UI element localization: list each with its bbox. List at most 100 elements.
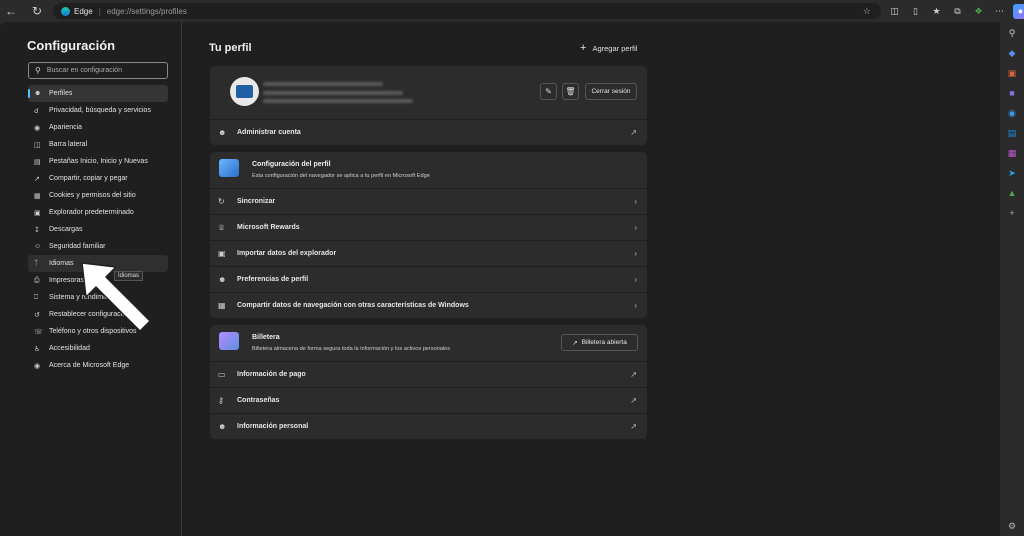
nav-item-label: Cookies y permisos del sitio xyxy=(49,192,136,199)
url-text: edge://settings/profiles xyxy=(106,6,187,16)
profile-preferences-row[interactable]: ☻ Preferencias de perfil › xyxy=(210,266,647,292)
nav-item-cookies[interactable]: ▦ Cookies y permisos del sitio xyxy=(28,187,168,204)
nav-item-label: Explorador predeterminado xyxy=(49,209,134,216)
profile-settings-card: Configuración del perfil Esta configurac… xyxy=(210,152,647,318)
tag-icon[interactable]: ◆ xyxy=(1005,46,1019,60)
nav-item-label: Accesibilidad xyxy=(49,345,90,352)
wallet-icon xyxy=(219,332,239,350)
row-label: Información personal xyxy=(237,423,309,430)
nav-item-explorador[interactable]: ▣ Explorador predeterminado xyxy=(28,204,168,221)
send-icon[interactable]: ➤ xyxy=(1005,166,1019,180)
sync-row[interactable]: ↻ Sincronizar › xyxy=(210,188,647,214)
row-label: Compartir datos de navegación con otras … xyxy=(237,302,469,309)
redacted-name xyxy=(263,82,383,86)
open-wallet-button[interactable]: ↗ Billetera abierta xyxy=(561,334,638,351)
settings-nav: Configuración ⚲ Buscar en configuración … xyxy=(0,22,182,536)
edge-icon: ◉ xyxy=(34,362,41,370)
external-link-icon: ↗ xyxy=(630,370,637,379)
tab-actions-icon[interactable]: ▯ xyxy=(908,4,923,19)
row-label: Contraseñas xyxy=(237,397,280,404)
nav-item-label: Barra lateral xyxy=(49,141,88,148)
personal-info-row[interactable]: ☻ Información personal ↗ xyxy=(210,413,647,439)
plus-icon: + xyxy=(580,42,587,54)
passwords-row[interactable]: ⚷ Contraseñas ↗ xyxy=(210,387,647,413)
nav-item-pestanas[interactable]: ▤ Pestañas Inicio, Inicio y Nuevas xyxy=(28,153,168,170)
search-icon[interactable]: ⚲ xyxy=(1005,26,1019,40)
external-link-icon: ↗ xyxy=(630,422,637,431)
settings-page: Configuración ⚲ Buscar en configuración … xyxy=(0,22,1000,536)
nav-item-descargas[interactable]: ↧ Descargas xyxy=(28,221,168,238)
external-link-icon: ↗ xyxy=(572,339,578,347)
add-profile-label: Agregar perfil xyxy=(592,43,638,53)
games-icon[interactable]: ■ xyxy=(1005,86,1019,100)
favorites-icon[interactable]: ★ xyxy=(929,4,944,19)
nav-item-perfiles[interactable]: ☻ Perfiles xyxy=(28,85,168,102)
nav-item-apariencia[interactable]: ◉ Apariencia xyxy=(28,119,168,136)
edge-icon xyxy=(61,6,70,16)
outlook-icon[interactable]: ▤ xyxy=(1005,126,1019,140)
nav-item-label: Apariencia xyxy=(49,124,83,131)
nav-item-barra-lateral[interactable]: ◫ Barra lateral xyxy=(28,136,168,153)
nav-item-label: Pestañas Inicio, Inicio y Nuevas xyxy=(49,158,148,165)
extension-icon[interactable]: ❖ xyxy=(971,4,986,19)
back-button[interactable]: ← xyxy=(0,0,22,22)
more-icon[interactable]: ⋯ xyxy=(992,4,1007,19)
add-sidebar-icon[interactable]: + xyxy=(1005,206,1019,220)
import-data-row[interactable]: ▣ Importar datos del explorador › xyxy=(210,240,647,266)
folder-icon: ▣ xyxy=(218,249,226,258)
nav-item-compartir[interactable]: ↗ Compartir, copiar y pegar xyxy=(28,170,168,187)
trophy-icon: ♕ xyxy=(218,223,226,232)
phone-icon: ☏ xyxy=(34,328,43,336)
row-label: Importar datos del explorador xyxy=(237,250,337,257)
nav-item-acerca[interactable]: ◉ Acerca de Microsoft Edge xyxy=(28,357,168,374)
redacted-email xyxy=(263,91,403,95)
nav-item-label: Acerca de Microsoft Edge xyxy=(49,362,130,369)
nav-item-label: Compartir, copiar y pegar xyxy=(49,175,128,182)
collections-icon[interactable]: ⧉ xyxy=(950,4,965,19)
wallet-title: Billetera xyxy=(252,334,280,341)
nav-item-privacidad[interactable]: ☌ Privacidad, búsqueda y servicios xyxy=(28,102,168,119)
wallet-card: Billetera Billetera almacena de forma se… xyxy=(210,325,647,439)
contact-card-icon: ☻ xyxy=(218,422,227,431)
people-settings-icon: ☻ xyxy=(218,275,227,284)
lock-icon: ☌ xyxy=(34,107,39,115)
share-windows-row[interactable]: ▦ Compartir datos de navegación con otras… xyxy=(210,292,647,318)
search-placeholder: Buscar en configuración xyxy=(46,67,122,74)
settings-search-input[interactable]: ⚲ Buscar en configuración xyxy=(28,62,168,79)
chevron-right-icon: › xyxy=(634,223,637,232)
cookie-icon: ▦ xyxy=(34,192,41,200)
favorite-star-icon[interactable]: ☆ xyxy=(863,6,871,17)
nav-item-label: Impresoras xyxy=(49,277,85,284)
sync-icon: ↻ xyxy=(218,197,225,206)
settings-gear-icon[interactable]: ⚙ xyxy=(1005,519,1019,533)
person-icon: ☻ xyxy=(218,128,227,137)
system-icon: ⎕ xyxy=(34,293,39,301)
office-icon[interactable]: ▦ xyxy=(1005,146,1019,160)
credit-card-icon: ▭ xyxy=(218,370,226,379)
copilot-icon[interactable]: ● xyxy=(1013,3,1024,19)
tree-icon[interactable]: ▲ xyxy=(1005,186,1019,200)
split-screen-icon[interactable]: ◫ xyxy=(887,4,902,19)
add-profile-button[interactable]: + Agregar perfil xyxy=(580,42,637,54)
refresh-button[interactable]: ↻ xyxy=(26,0,48,22)
microsoft365-icon[interactable]: ◉ xyxy=(1005,106,1019,120)
toolbar-icons: ◫ ▯ ★ ⧉ ❖ ⋯ ● xyxy=(887,0,1024,22)
nav-item-accesibilidad[interactable]: ♿ Accesibilidad xyxy=(28,340,168,357)
chevron-right-icon: › xyxy=(634,301,637,310)
nav-item-seguridad-familiar[interactable]: ☺ Seguridad familiar xyxy=(28,238,168,255)
payment-info-row[interactable]: ▭ Información de pago ↗ xyxy=(210,361,647,387)
address-bar[interactable]: Edge | edge://settings/profiles ☆ xyxy=(53,3,881,19)
manage-account-row[interactable]: ☻ Administrar cuenta ↗ xyxy=(210,119,647,145)
sign-out-button[interactable]: Cerrar sesión xyxy=(585,83,637,100)
rewards-row[interactable]: ♕ Microsoft Rewards › xyxy=(210,214,647,240)
delete-profile-button[interactable]: 🗑 xyxy=(562,83,579,100)
profile-header: ✎ 🗑 Cerrar sesión xyxy=(210,66,647,119)
nav-item-label: Seguridad familiar xyxy=(49,243,106,250)
edge-sidebar: ⚲ ◆ ▣ ■ ◉ ▤ ▦ ➤ ▲ + ⚙ xyxy=(1000,22,1024,536)
briefcase-icon[interactable]: ▣ xyxy=(1005,66,1019,80)
browser-brand: Edge xyxy=(74,6,93,16)
edit-profile-button[interactable]: ✎ xyxy=(540,83,557,100)
nav-item-label: Perfiles xyxy=(49,90,73,97)
sidebar-icon: ◫ xyxy=(34,141,41,149)
tabs-icon: ▤ xyxy=(34,158,41,166)
